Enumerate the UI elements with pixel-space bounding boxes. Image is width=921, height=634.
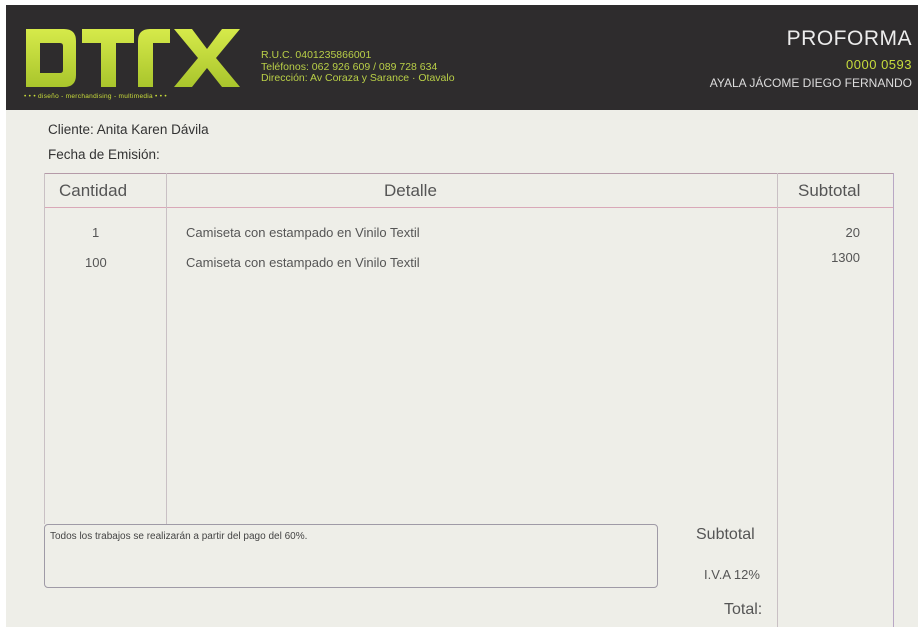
row-2-detail: Camiseta con estampado en Vinilo Textil [186, 255, 420, 270]
company-contact: R.U.C. 0401235866001 Teléfonos: 062 926 … [261, 49, 455, 85]
logo-tagline: • • • diseño - merchandising - multimedi… [24, 93, 167, 100]
table-left-rule [44, 173, 45, 524]
issue-date: Fecha de Emisión: [48, 147, 160, 162]
header-band: • • • diseño - merchandising - multimedi… [6, 5, 918, 110]
row-1-detail: Camiseta con estampado en Vinilo Textil [186, 225, 420, 240]
table-top-rule [44, 173, 894, 174]
header-detail: Detalle [384, 181, 437, 200]
header-quantity: Cantidad [59, 181, 128, 200]
document-title: PROFORMA [786, 27, 912, 50]
terms-note: Todos los trabajos se realizarán a parti… [50, 531, 308, 542]
totals-iva-label: I.V.A 12% [704, 567, 760, 582]
totals-subtotal-label: Subtotal [696, 526, 755, 543]
totals-total-label: Total: [724, 601, 763, 618]
document-number: 0000 0593 [846, 57, 912, 72]
owner-name: AYALA JÁCOME DIEGO FERNANDO [709, 76, 912, 90]
dtx-logo [26, 29, 240, 87]
proforma-sheet: • • • diseño - merchandising - multimedi… [6, 5, 918, 627]
ruc-text: R.U.C. 0401235866001 [261, 49, 372, 61]
table-right-rule [893, 173, 894, 627]
terms-note-box: Todos los trabajos se realizarán a parti… [44, 524, 658, 588]
header-subtotal: Subtotal [798, 181, 861, 200]
table-divider-qty [166, 173, 167, 524]
table-divider-subtotal [777, 173, 778, 627]
row-1-subtotal: 20 [845, 225, 860, 240]
row-1-quantity: 1 [92, 225, 100, 240]
table-header-rule [44, 207, 894, 208]
client-name: Cliente: Anita Karen Dávila [48, 122, 209, 137]
address-text: Dirección: Av Coraza y Sarance · Otavalo [261, 72, 455, 84]
row-2-subtotal: 1300 [831, 250, 860, 265]
row-2-quantity: 100 [85, 255, 107, 270]
